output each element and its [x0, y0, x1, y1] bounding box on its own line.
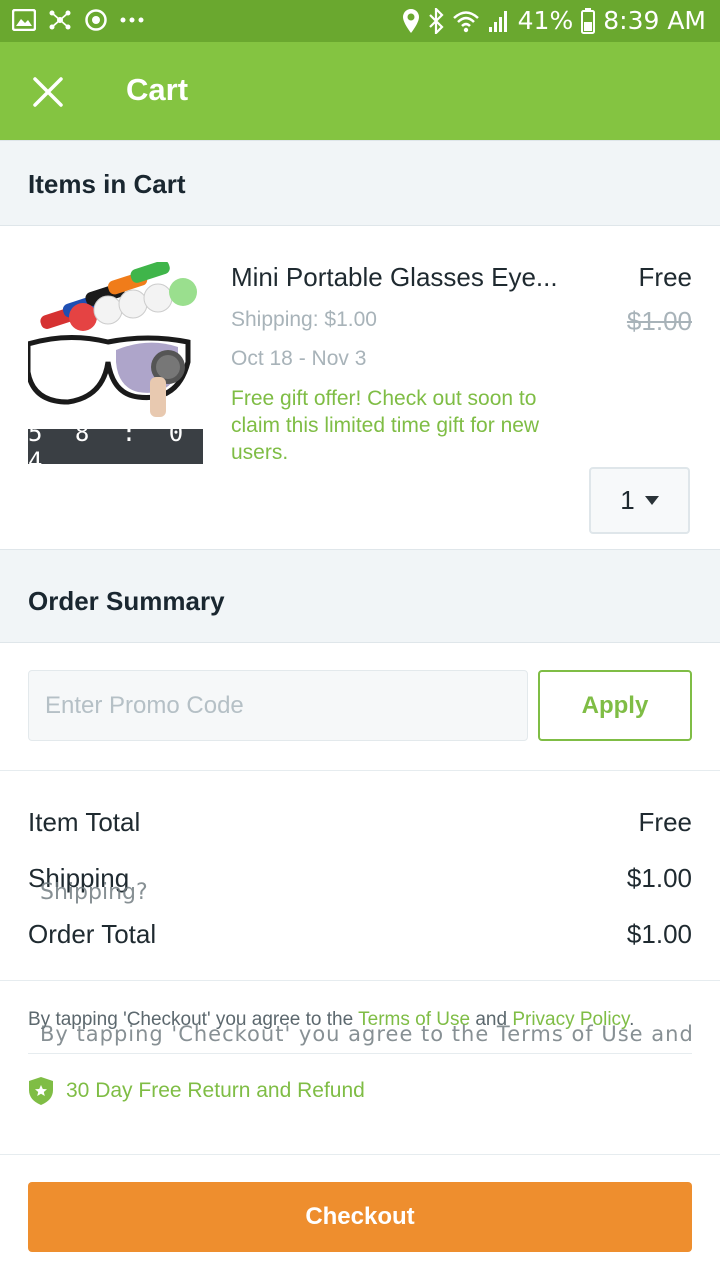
- product-image[interactable]: [28, 262, 203, 432]
- order-summary-header: Order Summary: [0, 549, 720, 643]
- refund-policy[interactable]: 30 Day Free Return and Refund: [28, 1076, 365, 1106]
- quantity-value: 1: [620, 485, 635, 515]
- location-icon: [402, 8, 419, 33]
- original-price: $1.00: [626, 306, 692, 336]
- signal-icon: [488, 10, 507, 32]
- battery-percent: 41%: [517, 6, 574, 35]
- item-total-value: Free: [638, 807, 692, 837]
- promo-code-input[interactable]: [28, 670, 528, 741]
- items-section-header: Items in Cart: [0, 140, 720, 226]
- wifi-icon: [452, 10, 479, 32]
- divider: [0, 1154, 720, 1155]
- divider: [28, 1053, 692, 1054]
- order-total-label: Order Total: [28, 919, 157, 949]
- network-icon: [49, 10, 71, 30]
- page-title: Cart: [126, 72, 189, 107]
- gift-offer-text: Free gift offer! Check out soon to claim…: [231, 387, 540, 464]
- product-price: Free: [638, 262, 692, 292]
- shield-icon: [29, 1077, 53, 1105]
- shipping-value: $1.00: [626, 863, 692, 893]
- countdown-timer: 5 8 : 0 4: [28, 419, 203, 475]
- quantity-selector[interactable]: 1: [589, 467, 690, 534]
- items-section-title: Items in Cart: [28, 169, 186, 199]
- item-total-label: Item Total: [28, 807, 141, 837]
- product-shipping: Shipping: $1.00: [231, 308, 377, 331]
- battery-icon: [581, 7, 596, 34]
- close-icon[interactable]: [30, 74, 66, 110]
- order-summary-title: Order Summary: [28, 586, 225, 616]
- apply-button[interactable]: Apply: [538, 670, 692, 741]
- checkout-button[interactable]: Checkout: [28, 1182, 692, 1252]
- refund-text: 30 Day Free Return and Refund: [66, 1079, 365, 1102]
- divider: [0, 770, 720, 771]
- sync-icon: [85, 9, 107, 31]
- status-time: 8:39 AM: [603, 6, 706, 35]
- app-bar: Cart: [0, 42, 720, 140]
- more-icon: [120, 17, 144, 23]
- bluetooth-icon: [428, 7, 444, 34]
- product-title[interactable]: Mini Portable Glasses Eye...: [231, 262, 558, 293]
- chevron-down-icon: [644, 496, 659, 505]
- terms-overlay: By tapping 'Checkout' you agree to the T…: [40, 1022, 694, 1046]
- image-icon: [12, 9, 36, 31]
- order-total-value: $1.00: [626, 919, 692, 949]
- delivery-date: Oct 18 - Nov 3: [231, 347, 367, 370]
- shipping-help-overlay[interactable]: Shipping?: [40, 880, 148, 905]
- status-bar: 41% 8:39 AM: [0, 0, 720, 42]
- divider: [0, 980, 720, 981]
